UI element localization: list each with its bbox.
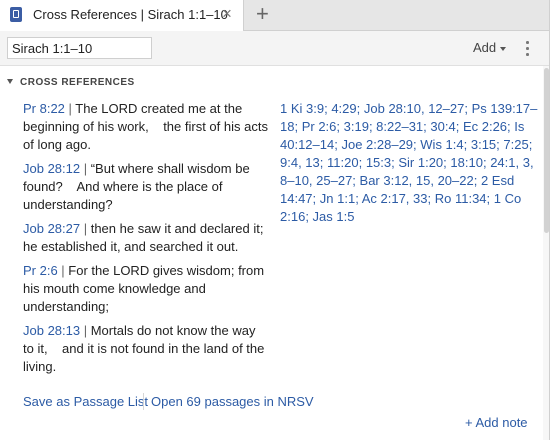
cross-reference-link[interactable]: Joe 2:28–29 [341, 137, 413, 152]
cross-reference-link[interactable]: 4:29 [331, 101, 356, 116]
verse-separator: | [80, 323, 91, 338]
cross-reference-link[interactable]: 15:3 [366, 155, 391, 170]
verse-item: Job 28:27 | then he saw it and declared … [23, 220, 268, 256]
cross-reference-link[interactable]: Ro 11:34 [435, 191, 487, 206]
verse-item: Pr 8:22 | The LORD created me at the beg… [23, 100, 268, 154]
collapse-triangle-icon[interactable] [7, 79, 13, 84]
cross-reference-link[interactable]: Wis 1:4 [420, 137, 463, 152]
verse-item: Pr 2:6 | For the LORD gives wisdom; from… [23, 262, 268, 316]
section-title: CROSS REFERENCES [20, 77, 135, 88]
add-note-link[interactable]: + Add note [465, 415, 528, 430]
cross-reference-link[interactable]: 8:22–31 [376, 119, 423, 134]
cross-reference-link[interactable]: 7:25 [503, 137, 528, 152]
cross-reference-link[interactable]: Job 28:10, 12–27 [364, 101, 464, 116]
verse-separator: | [80, 161, 91, 176]
cross-reference-link[interactable]: Ac 2:17, 33 [362, 191, 428, 206]
cross-reference-link[interactable]: Jas 1:5 [313, 209, 355, 224]
verse-item: Job 28:13 | Mortals do not know the way … [23, 322, 268, 376]
verse-reference-link[interactable]: Pr 2:6 [23, 263, 58, 278]
cross-reference-link[interactable]: Sir 1:20 [398, 155, 443, 170]
chevron-down-icon [500, 46, 507, 51]
verse-reference-link[interactable]: Job 28:27 [23, 221, 80, 236]
cross-reference-link[interactable]: 1 Ki 3:9 [280, 101, 324, 116]
open-passages-link[interactable]: Open 69 passages in NRSV [151, 394, 314, 409]
cross-reference-link[interactable]: 3:15 [471, 137, 496, 152]
verse-reference-link[interactable]: Job 28:13 [23, 323, 80, 338]
divider [143, 393, 144, 410]
cross-reference-link[interactable]: 11:20 [327, 155, 359, 170]
add-button-label: Add [473, 40, 497, 55]
tab-bar: Cross References | Sirach 1:1–10 × + [0, 0, 550, 31]
tab-title: Cross References | Sirach 1:1–10 [33, 7, 228, 22]
reference-input[interactable] [7, 37, 152, 59]
more-options-icon[interactable] [524, 41, 530, 57]
cross-reference-link[interactable]: 3:19 [344, 119, 369, 134]
verse-item: Job 28:12 | “But where shall wisdom be f… [23, 160, 268, 214]
verse-separator: | [57, 263, 69, 278]
verse-reference-link[interactable]: Job 28:12 [23, 161, 80, 176]
verse-separator: | [64, 101, 76, 116]
verse-list: Pr 8:22 | The LORD created me at the beg… [23, 100, 268, 382]
close-icon[interactable]: × [222, 4, 232, 24]
toolbar: Add [0, 31, 550, 66]
save-passage-list-link[interactable]: Save as Passage List [23, 394, 148, 409]
new-tab-button[interactable]: + [256, 1, 269, 27]
add-button[interactable]: Add [473, 40, 507, 55]
tab-cross-references[interactable]: Cross References | Sirach 1:1–10 × [0, 0, 244, 31]
cross-reference-list: 1 Ki 3:9; 4:29; Job 28:10, 12–27; Ps 139… [280, 101, 538, 224]
cross-reference-link[interactable]: 30:4 [430, 119, 455, 134]
cross-reference-link[interactable]: 9:4, 13 [280, 155, 320, 170]
cross-reference-link[interactable]: 18:10 [450, 155, 483, 170]
cross-reference-link[interactable]: Bar 3:12, 15, 20–22 [360, 173, 474, 188]
cross-reference-link[interactable]: Pr 2:6 [302, 119, 337, 134]
verse-separator: | [80, 221, 91, 236]
cross-reference-link[interactable]: Ec 2:26 [463, 119, 507, 134]
verse-reference-link[interactable]: Pr 8:22 [23, 101, 65, 116]
document-icon [10, 7, 22, 22]
cross-reference-link[interactable]: Jn 1:1 [320, 191, 355, 206]
